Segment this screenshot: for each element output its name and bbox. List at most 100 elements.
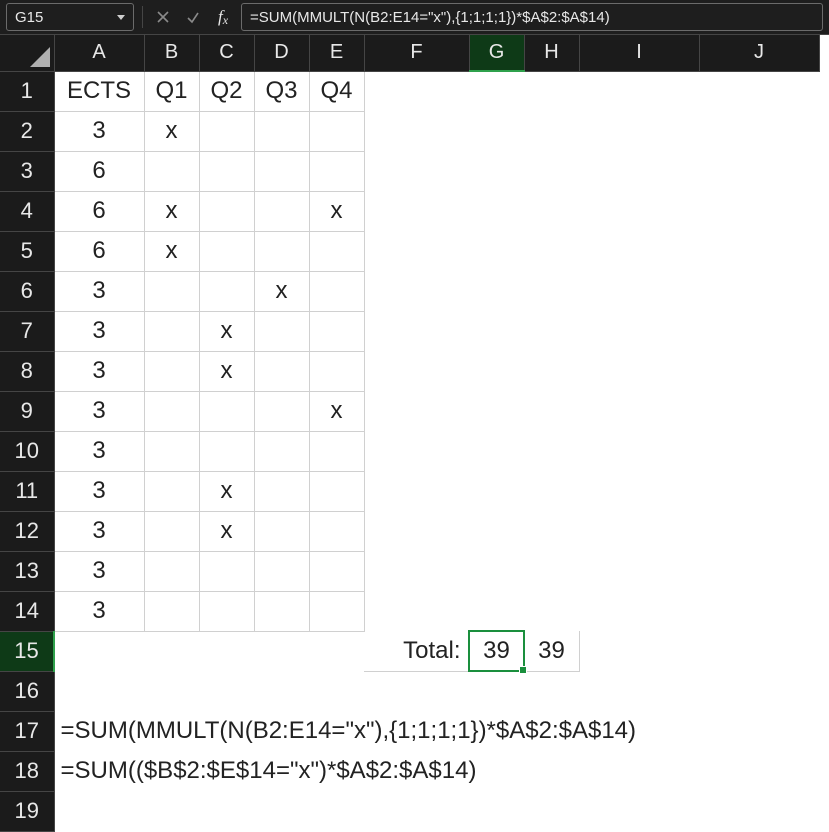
cell-C6[interactable]	[199, 271, 254, 311]
cell-A10[interactable]: 3	[54, 431, 144, 471]
cell-H8[interactable]	[524, 351, 579, 391]
cell-J13[interactable]	[699, 551, 819, 591]
cell-D10[interactable]	[254, 431, 309, 471]
cell-A1[interactable]: ECTS	[54, 71, 144, 111]
cell-H16[interactable]	[524, 671, 579, 711]
cell-J3[interactable]	[699, 151, 819, 191]
cell-F5[interactable]	[364, 231, 469, 271]
cell-B19[interactable]	[144, 791, 199, 831]
cell-I18[interactable]	[579, 751, 699, 791]
cell-I15[interactable]	[579, 631, 699, 671]
cell-H6[interactable]	[524, 271, 579, 311]
cell-D2[interactable]	[254, 111, 309, 151]
cell-E13[interactable]	[309, 551, 364, 591]
cell-B10[interactable]	[144, 431, 199, 471]
cell-B2[interactable]: x	[144, 111, 199, 151]
cell-J17[interactable]	[699, 711, 819, 751]
cell-D14[interactable]	[254, 591, 309, 631]
cell-J4[interactable]	[699, 191, 819, 231]
cell-C9[interactable]	[199, 391, 254, 431]
cell-B4[interactable]: x	[144, 191, 199, 231]
cell-I10[interactable]	[579, 431, 699, 471]
column-header-A[interactable]: A	[54, 35, 144, 71]
cell-G12[interactable]	[469, 511, 524, 551]
name-box[interactable]: G15	[6, 3, 134, 31]
cell-J12[interactable]	[699, 511, 819, 551]
cell-G18[interactable]	[469, 751, 524, 791]
cell-A9[interactable]: 3	[54, 391, 144, 431]
cell-F11[interactable]	[364, 471, 469, 511]
cell-B9[interactable]	[144, 391, 199, 431]
cell-C5[interactable]	[199, 231, 254, 271]
cell-H13[interactable]	[524, 551, 579, 591]
cell-A4[interactable]: 6	[54, 191, 144, 231]
spreadsheet-grid[interactable]: ABCDEFGHIJ1ECTSQ1Q2Q3Q423x3646xx56x63x73…	[0, 35, 820, 832]
cell-H10[interactable]	[524, 431, 579, 471]
cell-I8[interactable]	[579, 351, 699, 391]
cell-E7[interactable]	[309, 311, 364, 351]
row-header-13[interactable]: 13	[0, 551, 54, 591]
column-header-D[interactable]: D	[254, 35, 309, 71]
cell-J15[interactable]	[699, 631, 819, 671]
cell-H14[interactable]	[524, 591, 579, 631]
cell-A3[interactable]: 6	[54, 151, 144, 191]
cell-C3[interactable]	[199, 151, 254, 191]
cell-D11[interactable]	[254, 471, 309, 511]
cell-G16[interactable]	[469, 671, 524, 711]
cell-I3[interactable]	[579, 151, 699, 191]
cell-C8[interactable]: x	[199, 351, 254, 391]
cell-E3[interactable]	[309, 151, 364, 191]
row-header-4[interactable]: 4	[0, 191, 54, 231]
cell-B1[interactable]: Q1	[144, 71, 199, 111]
cell-C13[interactable]	[199, 551, 254, 591]
cell-D3[interactable]	[254, 151, 309, 191]
column-header-G[interactable]: G	[469, 35, 524, 71]
cell-H18[interactable]	[524, 751, 579, 791]
cell-H7[interactable]	[524, 311, 579, 351]
row-header-12[interactable]: 12	[0, 511, 54, 551]
cell-C15[interactable]	[199, 631, 254, 671]
cell-J7[interactable]	[699, 311, 819, 351]
cell-A7[interactable]: 3	[54, 311, 144, 351]
cell-H4[interactable]	[524, 191, 579, 231]
cell-G4[interactable]	[469, 191, 524, 231]
cell-A17[interactable]: =SUM(MMULT(N(B2:E14="x"),{1;1;1;1})*$A$2…	[54, 711, 144, 751]
cell-C16[interactable]	[199, 671, 254, 711]
cell-F6[interactable]	[364, 271, 469, 311]
cell-F1[interactable]	[364, 71, 469, 111]
cell-J16[interactable]	[699, 671, 819, 711]
cell-H5[interactable]	[524, 231, 579, 271]
cell-E14[interactable]	[309, 591, 364, 631]
cell-C7[interactable]: x	[199, 311, 254, 351]
cell-E2[interactable]	[309, 111, 364, 151]
cell-E5[interactable]	[309, 231, 364, 271]
cell-H11[interactable]	[524, 471, 579, 511]
cell-E8[interactable]	[309, 351, 364, 391]
cell-J1[interactable]	[699, 71, 819, 111]
cell-A15[interactable]	[54, 631, 144, 671]
cell-B11[interactable]	[144, 471, 199, 511]
cancel-icon[interactable]	[151, 5, 175, 29]
cell-F3[interactable]	[364, 151, 469, 191]
cell-C4[interactable]	[199, 191, 254, 231]
column-header-I[interactable]: I	[579, 35, 699, 71]
cell-I1[interactable]	[579, 71, 699, 111]
enter-icon[interactable]	[181, 5, 205, 29]
cell-G8[interactable]	[469, 351, 524, 391]
row-header-3[interactable]: 3	[0, 151, 54, 191]
cell-F9[interactable]	[364, 391, 469, 431]
cell-G13[interactable]	[469, 551, 524, 591]
cell-J19[interactable]	[699, 791, 819, 831]
cell-J8[interactable]	[699, 351, 819, 391]
cell-E4[interactable]: x	[309, 191, 364, 231]
cell-G5[interactable]	[469, 231, 524, 271]
cell-I6[interactable]	[579, 271, 699, 311]
fx-icon[interactable]: fx	[211, 5, 235, 29]
cell-G10[interactable]	[469, 431, 524, 471]
row-header-2[interactable]: 2	[0, 111, 54, 151]
row-header-9[interactable]: 9	[0, 391, 54, 431]
cell-D6[interactable]: x	[254, 271, 309, 311]
cell-C1[interactable]: Q2	[199, 71, 254, 111]
cell-F8[interactable]	[364, 351, 469, 391]
cell-D5[interactable]	[254, 231, 309, 271]
